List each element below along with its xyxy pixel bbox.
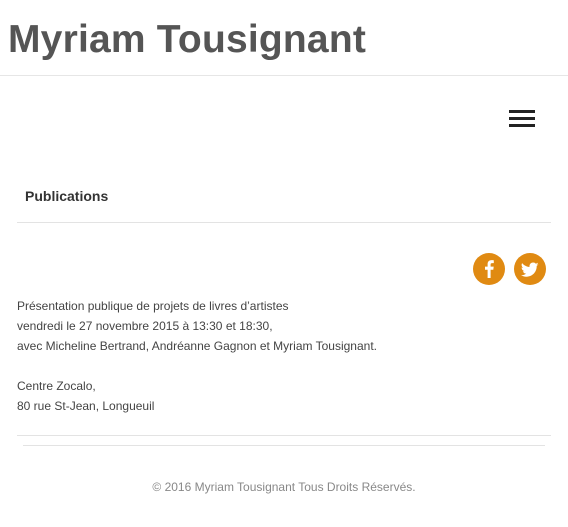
menu-bar-top (509, 110, 535, 113)
heading-divider (17, 222, 551, 223)
hamburger-menu-icon[interactable] (509, 108, 535, 128)
site-header: Myriam Tousignant (0, 0, 568, 76)
footer-divider (23, 445, 545, 446)
post-line: 80 rue St-Jean, Longueuil (17, 399, 155, 413)
page-title: Publications (25, 188, 109, 204)
site-title-link[interactable]: Myriam Tousignant (8, 16, 366, 64)
page: Myriam Tousignant Publications Présentat… (0, 0, 568, 527)
menu-bar-middle (509, 117, 535, 120)
facebook-icon (485, 260, 494, 278)
facebook-share-button[interactable] (473, 253, 505, 285)
post-body: Présentation publique de projets de livr… (17, 296, 551, 416)
footer-copyright: © 2016 Myriam Tousignant Tous Droits Rés… (152, 480, 416, 494)
post-line: Centre Zocalo, (17, 379, 96, 393)
content-divider (17, 435, 551, 436)
twitter-icon (520, 262, 539, 277)
menu-bar-bottom (509, 124, 535, 127)
twitter-share-button[interactable] (514, 253, 546, 285)
post-line: avec Micheline Bertrand, Andréanne Gagno… (17, 339, 377, 353)
post-line: Présentation publique de projets de livr… (17, 299, 289, 313)
post-line: vendredi le 27 novembre 2015 à 13:30 et … (17, 319, 273, 333)
